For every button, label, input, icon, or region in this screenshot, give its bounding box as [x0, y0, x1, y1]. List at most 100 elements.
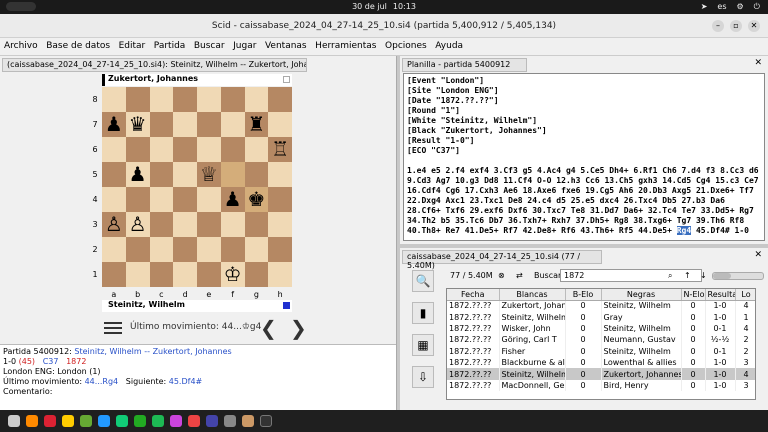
square-d7[interactable] [173, 112, 197, 137]
square-c5[interactable] [149, 162, 174, 187]
square-c7[interactable] [149, 112, 174, 137]
pgn-moves-before[interactable]: 1.e4 e5 2.f4 exf4 3.Cf3 g5 4.Ac4 g4 5.Ce… [407, 166, 759, 235]
board-icon[interactable]: ▦ [412, 334, 434, 356]
square-c3[interactable] [149, 212, 174, 237]
square-a5[interactable] [102, 162, 126, 187]
column-header[interactable]: Resulta [705, 289, 736, 301]
square-d3[interactable] [173, 212, 197, 237]
square-b5[interactable]: ♟ [125, 162, 150, 187]
square-h2[interactable] [268, 237, 292, 262]
chessboard[interactable]: ♟ ♛ ♜ ♖ ♟ ♕ ♟ ♚ ♙ ♙ ♔ [102, 87, 292, 287]
app-icon-3[interactable] [98, 415, 110, 427]
square-h1[interactable] [268, 262, 292, 287]
app-icon-5[interactable] [134, 415, 146, 427]
square-f2[interactable] [220, 237, 245, 262]
column-header[interactable]: Fecha [447, 289, 500, 301]
board-tab[interactable]: (caissabase_2024_04_27-14_25_10.si4): St… [2, 58, 307, 72]
info-eco[interactable]: C37 [43, 357, 59, 366]
square-f8[interactable] [220, 87, 245, 112]
up-arrow-icon[interactable]: ↑ [684, 271, 691, 280]
next-move-button[interactable]: ❯ [290, 316, 307, 340]
square-h7[interactable] [268, 112, 292, 137]
piece-a3[interactable]: ♙ [105, 212, 123, 236]
language-indicator[interactable]: es [717, 2, 726, 11]
piece-f1[interactable]: ♔ [224, 262, 242, 286]
app-icon-7[interactable] [188, 415, 200, 427]
square-d8[interactable] [173, 87, 197, 112]
spotify-icon[interactable] [152, 415, 164, 427]
square-h6[interactable]: ♖ [268, 137, 292, 162]
square-c6[interactable] [149, 137, 174, 162]
pgn-text[interactable]: [Event "London"] [Site "London ENG"] [Date… [403, 73, 765, 241]
column-header[interactable]: B-Elo [565, 289, 602, 301]
piece-f4[interactable]: ♟ [224, 187, 242, 211]
column-header[interactable]: N-Elo [681, 289, 706, 301]
square-b8[interactable] [125, 87, 150, 112]
table-row[interactable]: 1872.??.?? Steinitz, Wilhelm 0 Zukertort, J… [447, 368, 755, 380]
piece-b7[interactable]: ♛ [129, 112, 147, 136]
square-g1[interactable] [244, 262, 269, 287]
square-d2[interactable] [173, 237, 197, 262]
slider-thumb[interactable] [713, 273, 731, 279]
table-row[interactable]: 1872.??.??Blackburne & allies0Lowenthal … [447, 356, 755, 369]
square-h8[interactable] [268, 87, 292, 112]
square-a8[interactable] [102, 87, 126, 112]
stats-icon[interactable]: ▮ [412, 302, 434, 324]
piece-h6[interactable]: ♖ [271, 137, 289, 161]
info-last-move[interactable]: 44...Rg4 [85, 377, 119, 386]
square-g7[interactable]: ♜ [244, 112, 269, 137]
menu-partida[interactable]: Partida [151, 38, 189, 54]
table-row[interactable]: 1872.??.?? Fisher 0 Steinitz, Wilhelm 0 0-1 2 [447, 345, 755, 357]
prev-move-button[interactable]: ❮ [260, 316, 277, 340]
square-b1[interactable] [125, 262, 150, 287]
square-b7[interactable]: ♛ [125, 112, 150, 137]
square-e3[interactable] [197, 212, 221, 237]
gamelist-table[interactable]: Fecha Blancas B-Elo Negras N-Elo Resulta Lo 18… [446, 288, 756, 400]
menu-ayuda[interactable]: Ayuda [432, 38, 466, 54]
table-row[interactable]: 1872.??.??MacDonnell, Georg0Bird, Henry0… [447, 379, 755, 392]
piece-g7[interactable]: ♜ [247, 112, 265, 136]
square-a1[interactable] [102, 262, 126, 287]
down-arrow-icon[interactable]: ↓ [700, 271, 707, 280]
app-icon-2[interactable] [80, 415, 92, 427]
square-b6[interactable] [125, 137, 150, 162]
square-a2[interactable] [102, 237, 126, 262]
column-header[interactable]: Lo [735, 289, 755, 301]
piece-b3[interactable]: ♙ [129, 212, 147, 236]
app-icon-8[interactable] [206, 415, 218, 427]
table-row[interactable]: 1872.??.?? Wisker, John 0 Steinitz, Wilhelm… [447, 322, 755, 335]
square-e1[interactable] [197, 262, 221, 287]
pgn-tab[interactable]: Planilla - partida 5400912 [402, 58, 527, 72]
firefox-icon[interactable] [26, 415, 38, 427]
square-h5[interactable] [268, 162, 292, 187]
square-e4[interactable] [197, 187, 221, 212]
square-f1[interactable]: ♔ [220, 262, 245, 287]
info-black[interactable]: Zukertort, Johannes [153, 347, 232, 356]
square-d1[interactable] [173, 262, 197, 287]
square-a4[interactable] [102, 187, 126, 212]
scid-icon[interactable] [242, 415, 254, 427]
square-b2[interactable] [125, 237, 150, 262]
apps-icon[interactable] [8, 415, 20, 427]
search-input[interactable]: 1872 [560, 269, 702, 282]
swap-icon[interactable]: ⇄ [516, 271, 523, 280]
clock[interactable]: 30 de jul 10:13 [0, 2, 768, 11]
piece-g4[interactable]: ♚ [247, 187, 265, 211]
gamelist-slider[interactable] [712, 272, 764, 280]
square-d4[interactable] [173, 187, 197, 212]
square-g2[interactable] [244, 237, 269, 262]
info-white[interactable]: Steinitz, Wilhelm [74, 347, 141, 356]
square-f5[interactable] [220, 162, 245, 187]
square-a6[interactable] [102, 137, 126, 162]
column-header[interactable]: Negras [601, 289, 682, 301]
square-f7[interactable] [220, 112, 245, 137]
square-g8[interactable] [244, 87, 269, 112]
square-a7[interactable]: ♟ [102, 112, 126, 137]
square-e2[interactable] [197, 237, 221, 262]
square-g4[interactable]: ♚ [244, 187, 269, 212]
pgn-moves-after[interactable]: 45.Df4# 1-0 [691, 226, 749, 235]
minimize-button[interactable]: – [712, 20, 724, 32]
telegram-icon[interactable]: ➤ [701, 2, 708, 11]
terminal-icon[interactable] [260, 415, 272, 427]
maximize-button[interactable]: ▫ [730, 20, 742, 32]
